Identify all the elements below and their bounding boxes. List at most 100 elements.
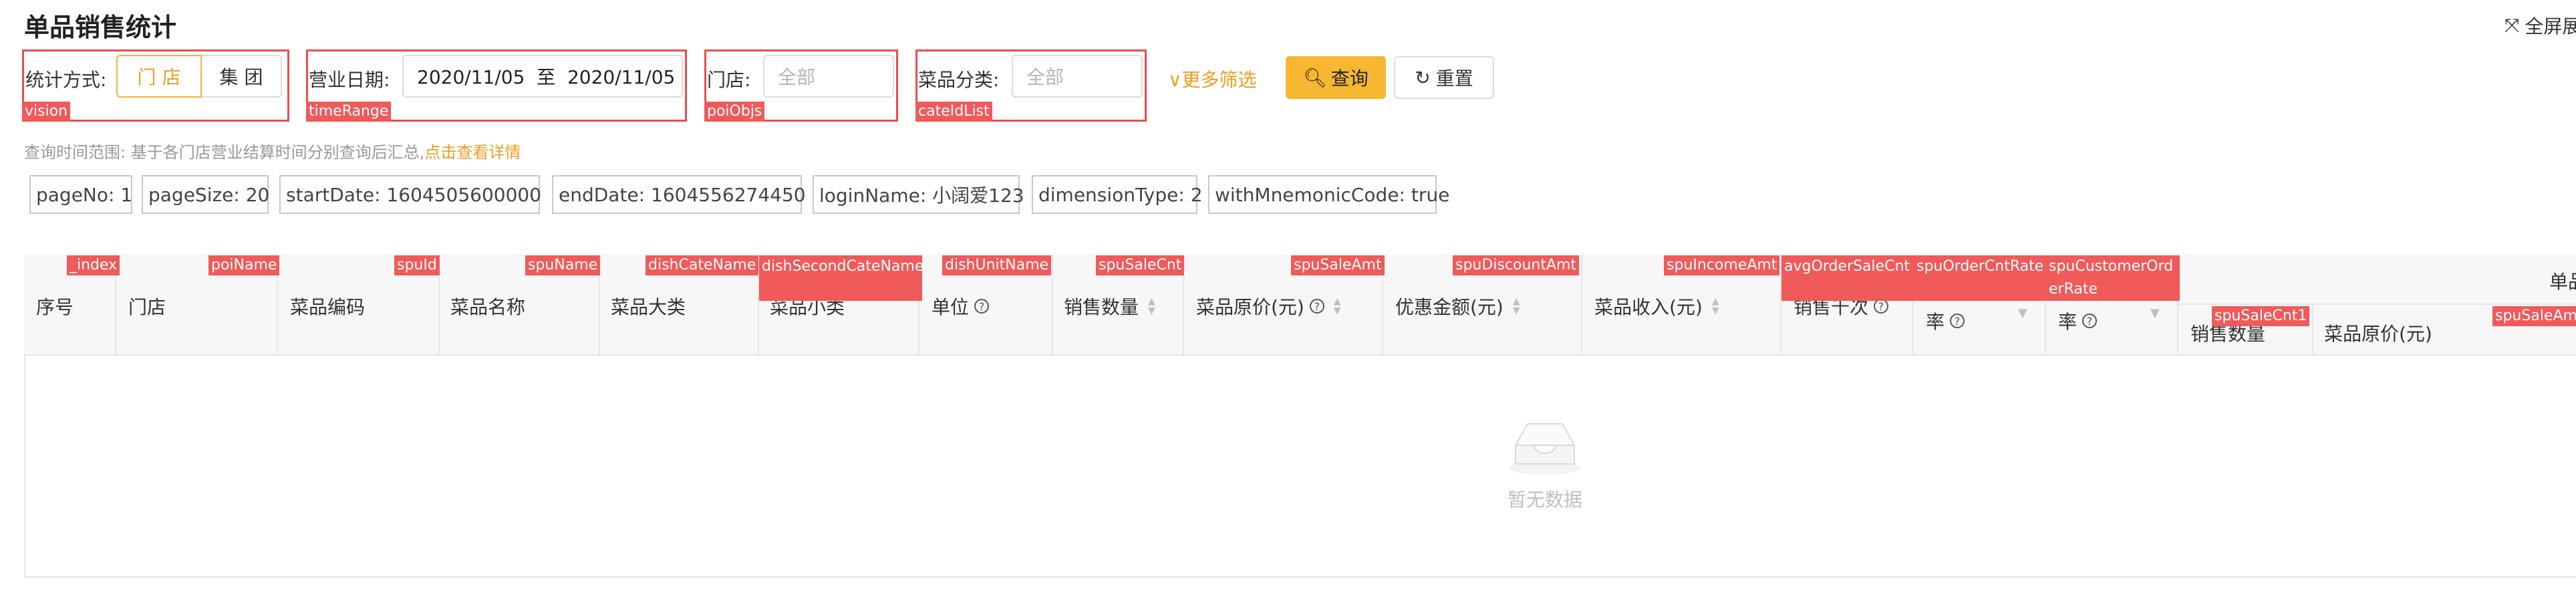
param-page-size: pageSize: 20 <box>142 175 269 214</box>
sub-col-original-price-label: 菜品原价(元) <box>2324 323 2432 345</box>
col-tag-customer-rate: spuCustomerOrderRate <box>2046 255 2180 301</box>
param-dimension-type: dimensionType: 2 <box>1032 175 1203 214</box>
col-customer-rate-label: 率 <box>2058 311 2078 333</box>
sort-icon[interactable]: ▲ ▼ <box>1712 297 1719 316</box>
help-icon[interactable]: ? <box>1950 314 1965 328</box>
col-sale-count-label: 销售数量 <box>1064 296 1139 318</box>
col-tag-index: _index <box>67 255 120 275</box>
sub-col-original-price: 菜品原价(元) <box>2324 320 2432 346</box>
empty-inbox-icon <box>1505 416 1585 479</box>
store-label: 门店: <box>707 69 751 91</box>
group-header-single-product: 单品 <box>2549 267 2576 294</box>
col-tag-dish-category: dishCateName <box>646 255 759 275</box>
help-icon[interactable]: ? <box>1309 299 1324 314</box>
expand-icon: ⤧ <box>2505 14 2520 36</box>
col-tag-original-price: spuSaleAmt <box>1291 255 1385 275</box>
more-filters-label: 更多筛选 <box>1181 69 1257 91</box>
col-tag-dish-code: spuId <box>394 255 440 275</box>
col-tag-store: poiName <box>208 255 280 275</box>
sort-icon[interactable]: ▲ ▼ <box>1334 297 1341 316</box>
col-header-dish-category: 菜品大类 <box>611 293 686 320</box>
query-label: 查询 <box>1330 68 1369 90</box>
col-dish-category-label: 菜品大类 <box>611 296 686 318</box>
hint-text: 查询时间范围: 基于各门店营业结算时间分别查询后汇总, <box>24 143 425 162</box>
help-icon[interactable]: ? <box>974 299 990 314</box>
filter-caret-icon[interactable]: ▼ <box>2150 306 2160 320</box>
query-button[interactable]: 🔍︎ 查询 <box>1286 56 1386 99</box>
param-end-date: endDate: 1604556274450 <box>552 175 806 214</box>
col-dish-code-label: 菜品编码 <box>290 296 366 318</box>
col-index-label: 序号 <box>36 296 74 318</box>
col-header-unit: 单位? <box>932 293 990 320</box>
hint-detail-link[interactable]: 点击查看详情 <box>424 143 521 162</box>
column-divider <box>1052 254 1053 356</box>
store-select[interactable]: 全部 <box>763 55 894 98</box>
vision-option-group[interactable]: 集 团 <box>202 55 282 98</box>
chevron-down-icon: ∨ <box>1168 69 1182 91</box>
col-header-discount[interactable]: 优惠金额(元) ▲ ▼ <box>1395 293 1520 320</box>
param-page-no: pageNo: 1 <box>29 175 132 214</box>
col-discount-label: 优惠金额(元) <box>1395 296 1504 318</box>
col-header-index: 序号 <box>36 293 74 320</box>
more-filters-link[interactable]: ∨更多筛选 <box>1168 66 1257 92</box>
page-title: 单品销售统计 <box>24 13 177 42</box>
category-select[interactable]: 全部 <box>1012 55 1143 98</box>
param-with-mnemonic: withMnemonicCode: true <box>1208 175 1449 214</box>
empty-text: 暂无数据 <box>1507 489 1582 511</box>
col-header-customer-rate: 率? <box>2058 308 2098 334</box>
date-range-value: 2020/11/05 至 2020/11/05 <box>417 66 676 88</box>
sub-col-tag-original-price: spuSaleAm <box>2492 306 2576 326</box>
col-header-order-rate: 率? <box>1926 308 1965 334</box>
col-tag-sale-count: spuSaleCnt <box>1096 255 1185 275</box>
date-range-input[interactable]: 2020/11/05 至 2020/11/05 <box>402 55 683 98</box>
category-tag: cateIdList <box>915 102 992 122</box>
sort-icon[interactable]: ▲ ▼ <box>1148 297 1155 316</box>
col-unit-label: 单位 <box>932 296 970 318</box>
col-order-rate-label: 率 <box>1926 311 1945 333</box>
col-dish-name-label: 菜品名称 <box>450 296 526 318</box>
col-tag-discount: spuDiscountAmt <box>1453 255 1580 275</box>
sub-col-tag-sale-count: spuSaleCnt1 <box>2212 306 2310 326</box>
category-placeholder: 全部 <box>1026 66 1064 88</box>
query-time-hint: 查询时间范围: 基于各门店营业结算时间分别查询后汇总,点击查看详情 <box>24 139 521 162</box>
vision-tag: vision <box>22 102 71 122</box>
sort-icon[interactable]: ▲ ▼ <box>1513 297 1520 316</box>
col-tag-income: spuIncomeAmt <box>1664 255 1780 275</box>
col-header-store: 门店 <box>128 293 166 320</box>
filter-caret-icon[interactable]: ▼ <box>2018 306 2027 320</box>
col-header-dish-code: 菜品编码 <box>290 293 365 320</box>
col-income-label: 菜品收入(元) <box>1594 296 1703 318</box>
param-login-name: loginName: 小阔爱123 <box>813 175 1024 214</box>
reload-icon: ↻ <box>1415 66 1431 89</box>
reset-label: 重置 <box>1435 68 1473 90</box>
group-header-label: 单品 <box>2549 271 2576 293</box>
time-range-tag: timeRange <box>306 102 392 122</box>
col-tag-unit: dishUnitName <box>942 255 1052 275</box>
vision-label: 统计方式: <box>25 69 107 91</box>
vision-option-store[interactable]: 门 店 <box>116 55 202 98</box>
search-icon: 🔍︎ <box>1303 66 1327 89</box>
col-tag-sales-per-thousand: avgOrderSaleCnt <box>1781 255 1915 301</box>
reset-button[interactable]: ↻ 重置 <box>1394 56 1494 99</box>
col-store-label: 门店 <box>128 296 166 318</box>
col-tag-dish-subcategory: dishSecondCateName <box>759 255 923 301</box>
col-header-income[interactable]: 菜品收入(元) ▲ ▼ <box>1594 293 1719 320</box>
col-header-dish-name: 菜品名称 <box>450 293 525 320</box>
col-tag-order-rate: spuOrderCntRate <box>1914 255 2047 301</box>
help-icon[interactable]: ? <box>1874 299 1889 314</box>
column-divider <box>1581 254 1582 356</box>
help-icon[interactable]: ? <box>2082 314 2098 328</box>
col-original-price-label: 菜品原价(元) <box>1196 296 1304 318</box>
col-header-sale-count[interactable]: 销售数量 ▲ ▼ <box>1064 293 1155 320</box>
time-range-label: 营业日期: <box>309 69 390 91</box>
fullscreen-button[interactable]: ⤧ 全屏展 <box>2505 12 2576 39</box>
group-header-divider <box>2178 304 2576 305</box>
col-header-original-price[interactable]: 菜品原价(元)? ▲ ▼ <box>1196 293 1341 320</box>
category-label: 菜品分类: <box>918 69 1000 91</box>
param-start-date: startDate: 1604505600000 <box>279 175 541 214</box>
column-divider <box>2312 305 2313 356</box>
store-placeholder: 全部 <box>778 66 816 88</box>
col-tag-dish-name: spuName <box>525 255 601 275</box>
fullscreen-label: 全屏展 <box>2525 15 2576 37</box>
store-tag: poiObjs <box>704 102 765 122</box>
